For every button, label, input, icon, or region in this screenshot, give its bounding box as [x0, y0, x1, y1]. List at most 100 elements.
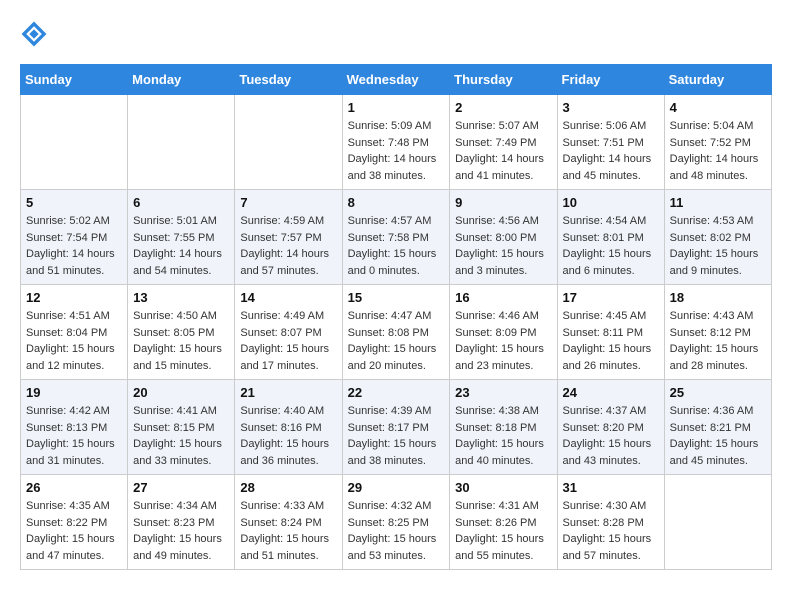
calendar-cell: 3 Sunrise: 5:06 AM Sunset: 7:51 PM Daylig…: [557, 95, 664, 190]
day-detail: Sunrise: 4:57 AM Sunset: 7:58 PM Dayligh…: [348, 213, 445, 279]
day-number: 2: [455, 100, 551, 115]
day-number: 3: [563, 100, 659, 115]
weekday-header: Monday: [128, 65, 235, 95]
day-detail: Sunrise: 5:02 AM Sunset: 7:54 PM Dayligh…: [26, 213, 122, 279]
day-number: 29: [348, 480, 445, 495]
day-number: 21: [240, 385, 336, 400]
day-detail: Sunrise: 4:30 AM Sunset: 8:28 PM Dayligh…: [563, 498, 659, 564]
day-number: 9: [455, 195, 551, 210]
day-number: 23: [455, 385, 551, 400]
calendar-cell: 19 Sunrise: 4:42 AM Sunset: 8:13 PM Dayli…: [21, 380, 128, 475]
day-detail: Sunrise: 4:41 AM Sunset: 8:15 PM Dayligh…: [133, 403, 229, 469]
day-detail: Sunrise: 4:47 AM Sunset: 8:08 PM Dayligh…: [348, 308, 445, 374]
calendar-week-row: 1 Sunrise: 5:09 AM Sunset: 7:48 PM Daylig…: [21, 95, 772, 190]
day-detail: Sunrise: 4:56 AM Sunset: 8:00 PM Dayligh…: [455, 213, 551, 279]
day-number: 1: [348, 100, 445, 115]
calendar-table: SundayMondayTuesdayWednesdayThursdayFrid…: [20, 64, 772, 570]
day-detail: Sunrise: 4:33 AM Sunset: 8:24 PM Dayligh…: [240, 498, 336, 564]
calendar-cell: 20Sunrise: 4:41 AM Sunset: 8:15 PM Dayli…: [128, 380, 235, 475]
calendar-cell: 14 Sunrise: 4:49 AM Sunset: 8:07 PM Dayli…: [235, 285, 342, 380]
day-number: 4: [670, 100, 766, 115]
calendar-cell: 22 Sunrise: 4:39 AM Sunset: 8:17 PM Dayli…: [342, 380, 450, 475]
day-detail: Sunrise: 4:35 AM Sunset: 8:22 PM Dayligh…: [26, 498, 122, 564]
day-number: 19: [26, 385, 122, 400]
calendar-cell: 13 Sunrise: 4:50 AM Sunset: 8:05 PM Dayli…: [128, 285, 235, 380]
page-header: [20, 20, 772, 48]
calendar-cell: 18Sunrise: 4:43 AM Sunset: 8:12 PM Dayli…: [664, 285, 771, 380]
day-detail: Sunrise: 5:01 AM Sunset: 7:55 PM Dayligh…: [133, 213, 229, 279]
calendar-cell: 10Sunrise: 4:54 AM Sunset: 8:01 PM Dayli…: [557, 190, 664, 285]
weekday-header: Sunday: [21, 65, 128, 95]
day-detail: Sunrise: 4:34 AM Sunset: 8:23 PM Dayligh…: [133, 498, 229, 564]
day-number: 15: [348, 290, 445, 305]
calendar-cell: 15 Sunrise: 4:47 AM Sunset: 8:08 PM Dayli…: [342, 285, 450, 380]
day-number: 18: [670, 290, 766, 305]
day-number: 11: [670, 195, 766, 210]
day-number: 26: [26, 480, 122, 495]
day-detail: Sunrise: 4:51 AM Sunset: 8:04 PM Dayligh…: [26, 308, 122, 374]
day-number: 5: [26, 195, 122, 210]
day-detail: Sunrise: 4:50 AM Sunset: 8:05 PM Dayligh…: [133, 308, 229, 374]
day-detail: Sunrise: 4:37 AM Sunset: 8:20 PM Dayligh…: [563, 403, 659, 469]
calendar-week-row: 26 Sunrise: 4:35 AM Sunset: 8:22 PM Dayli…: [21, 475, 772, 570]
day-number: 6: [133, 195, 229, 210]
calendar-cell: [235, 95, 342, 190]
calendar-cell: 11 Sunrise: 4:53 AM Sunset: 8:02 PM Dayli…: [664, 190, 771, 285]
calendar-cell: 23 Sunrise: 4:38 AM Sunset: 8:18 PM Dayli…: [450, 380, 557, 475]
calendar-cell: 24 Sunrise: 4:37 AM Sunset: 8:20 PM Dayli…: [557, 380, 664, 475]
day-detail: Sunrise: 4:32 AM Sunset: 8:25 PM Dayligh…: [348, 498, 445, 564]
calendar-cell: 26 Sunrise: 4:35 AM Sunset: 8:22 PM Dayli…: [21, 475, 128, 570]
weekday-header: Saturday: [664, 65, 771, 95]
day-detail: Sunrise: 4:40 AM Sunset: 8:16 PM Dayligh…: [240, 403, 336, 469]
day-number: 24: [563, 385, 659, 400]
calendar-cell: [128, 95, 235, 190]
calendar-week-row: 19 Sunrise: 4:42 AM Sunset: 8:13 PM Dayli…: [21, 380, 772, 475]
weekday-header: Tuesday: [235, 65, 342, 95]
day-detail: Sunrise: 5:06 AM Sunset: 7:51 PM Dayligh…: [563, 118, 659, 184]
day-detail: Sunrise: 5:07 AM Sunset: 7:49 PM Dayligh…: [455, 118, 551, 184]
day-detail: Sunrise: 4:49 AM Sunset: 8:07 PM Dayligh…: [240, 308, 336, 374]
day-number: 13: [133, 290, 229, 305]
calendar-cell: [21, 95, 128, 190]
logo-icon: [20, 20, 48, 48]
calendar-cell: 31 Sunrise: 4:30 AM Sunset: 8:28 PM Dayli…: [557, 475, 664, 570]
calendar-cell: 8 Sunrise: 4:57 AM Sunset: 7:58 PM Daylig…: [342, 190, 450, 285]
calendar-cell: 1 Sunrise: 5:09 AM Sunset: 7:48 PM Daylig…: [342, 95, 450, 190]
day-detail: Sunrise: 4:31 AM Sunset: 8:26 PM Dayligh…: [455, 498, 551, 564]
day-number: 31: [563, 480, 659, 495]
calendar-cell: 9 Sunrise: 4:56 AM Sunset: 8:00 PM Daylig…: [450, 190, 557, 285]
weekday-header: Thursday: [450, 65, 557, 95]
day-number: 7: [240, 195, 336, 210]
calendar-cell: 17Sunrise: 4:45 AM Sunset: 8:11 PM Dayli…: [557, 285, 664, 380]
day-detail: Sunrise: 4:38 AM Sunset: 8:18 PM Dayligh…: [455, 403, 551, 469]
calendar-cell: 2 Sunrise: 5:07 AM Sunset: 7:49 PM Daylig…: [450, 95, 557, 190]
calendar-cell: 4 Sunrise: 5:04 AM Sunset: 7:52 PM Daylig…: [664, 95, 771, 190]
day-detail: Sunrise: 4:53 AM Sunset: 8:02 PM Dayligh…: [670, 213, 766, 279]
day-number: 12: [26, 290, 122, 305]
day-number: 27: [133, 480, 229, 495]
calendar-cell: 12 Sunrise: 4:51 AM Sunset: 8:04 PM Dayli…: [21, 285, 128, 380]
day-number: 22: [348, 385, 445, 400]
calendar-cell: 30Sunrise: 4:31 AM Sunset: 8:26 PM Dayli…: [450, 475, 557, 570]
day-detail: Sunrise: 4:36 AM Sunset: 8:21 PM Dayligh…: [670, 403, 766, 469]
day-detail: Sunrise: 5:09 AM Sunset: 7:48 PM Dayligh…: [348, 118, 445, 184]
day-number: 28: [240, 480, 336, 495]
weekday-header: Wednesday: [342, 65, 450, 95]
calendar-week-row: 12 Sunrise: 4:51 AM Sunset: 8:04 PM Dayli…: [21, 285, 772, 380]
calendar-cell: 25 Sunrise: 4:36 AM Sunset: 8:21 PM Dayli…: [664, 380, 771, 475]
day-detail: Sunrise: 4:42 AM Sunset: 8:13 PM Dayligh…: [26, 403, 122, 469]
day-number: 14: [240, 290, 336, 305]
day-number: 8: [348, 195, 445, 210]
calendar-cell: [664, 475, 771, 570]
day-number: 10: [563, 195, 659, 210]
day-number: 25: [670, 385, 766, 400]
calendar-cell: 7Sunrise: 4:59 AM Sunset: 7:57 PM Daylig…: [235, 190, 342, 285]
day-detail: Sunrise: 4:39 AM Sunset: 8:17 PM Dayligh…: [348, 403, 445, 469]
calendar-week-row: 5 Sunrise: 5:02 AM Sunset: 7:54 PM Daylig…: [21, 190, 772, 285]
day-number: 17: [563, 290, 659, 305]
calendar-cell: 5 Sunrise: 5:02 AM Sunset: 7:54 PM Daylig…: [21, 190, 128, 285]
logo: [20, 20, 52, 48]
calendar-cell: 28 Sunrise: 4:33 AM Sunset: 8:24 PM Dayli…: [235, 475, 342, 570]
calendar-cell: 21 Sunrise: 4:40 AM Sunset: 8:16 PM Dayli…: [235, 380, 342, 475]
day-detail: Sunrise: 5:04 AM Sunset: 7:52 PM Dayligh…: [670, 118, 766, 184]
